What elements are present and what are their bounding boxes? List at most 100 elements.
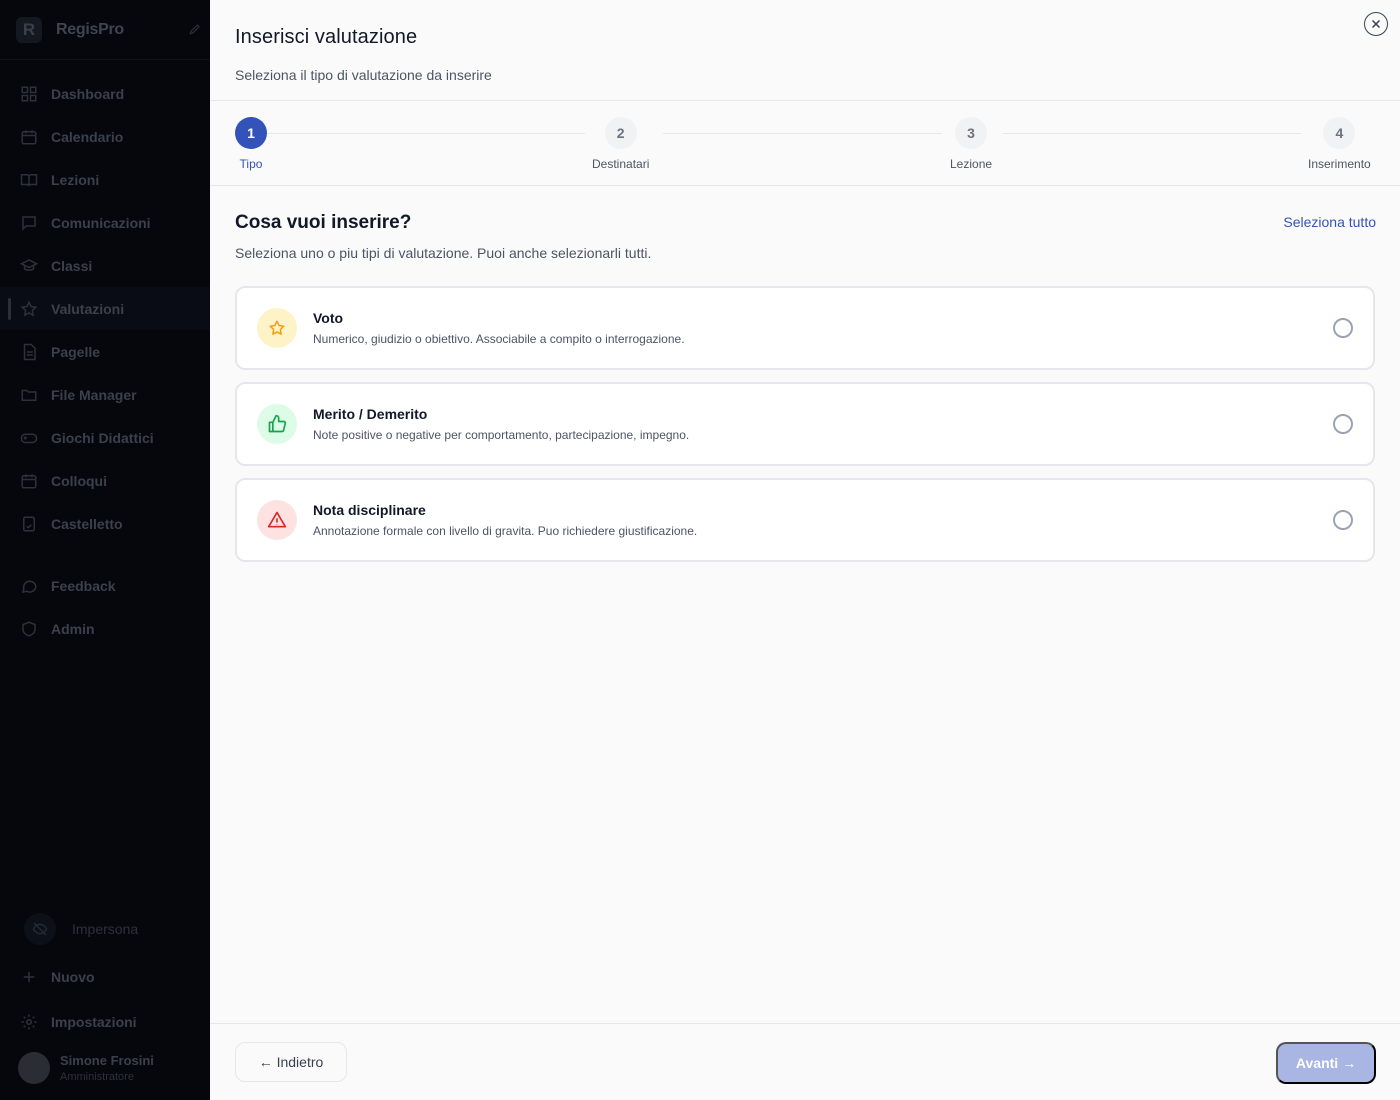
question-title: Cosa vuoi inserire? <box>235 212 412 233</box>
sidebar-item-pagelle[interactable]: Pagelle <box>0 330 210 373</box>
sidebar-item-file-manager[interactable]: File Manager <box>0 373 210 416</box>
sidebar-item-valutazioni[interactable]: Valutazioni <box>0 287 210 330</box>
sidebar-item-label: Giochi Didattici <box>51 429 154 446</box>
step-tipo[interactable]: 1 Tipo <box>235 117 267 171</box>
sidebar-nav: Dashboard Calendario Lezioni Comunicazio… <box>0 60 210 650</box>
option-merito-demerito[interactable]: Merito / Demerito Note positive o negati… <box>235 382 1375 466</box>
close-icon <box>1371 19 1381 29</box>
calendar-check-icon <box>21 473 37 488</box>
sidebar-item-label: Valutazioni <box>51 300 125 317</box>
step-label: Tipo <box>239 157 263 171</box>
impostazioni-label: Impostazioni <box>51 1013 137 1030</box>
sidebar-item-label: Colloqui <box>51 472 107 489</box>
nav-separator <box>0 545 210 564</box>
step-connector <box>663 133 942 134</box>
sidebar-item-admin[interactable]: Admin <box>0 607 210 650</box>
back-button[interactable]: ← Indietro <box>235 1042 347 1082</box>
sidebar-item-calendario[interactable]: Calendario <box>0 115 210 158</box>
brand: R RegisPro <box>0 0 210 60</box>
sidebar-item-castelletto[interactable]: Castelletto <box>0 502 210 545</box>
user-name: Simone Frosini <box>60 1053 154 1068</box>
eye-off-icon <box>24 913 56 945</box>
user-profile[interactable]: Simone Frosini Amministratore <box>0 1044 210 1092</box>
sidebar-bottom: Impersona Nuovo Impostazioni Simone Fros… <box>0 908 210 1100</box>
step-number: 1 <box>235 117 267 149</box>
message-icon <box>22 215 36 231</box>
brand-logo: R <box>16 16 42 43</box>
sidebar-item-feedback[interactable]: Feedback <box>0 564 210 607</box>
sidebar-item-label: File Manager <box>51 386 137 403</box>
sidebar-item-dashboard[interactable]: Dashboard <box>0 72 210 115</box>
step-number: 4 <box>1323 117 1356 149</box>
option-nota-disciplinare[interactable]: Nota disciplinare Annotazione formale co… <box>235 478 1375 562</box>
question-subtitle: Seleziona uno o piu tipi di valutazione.… <box>235 245 652 261</box>
sidebar: R RegisPro Dashboard Calendario Lezioni … <box>0 0 210 1100</box>
option-title: Nota disciplinare <box>313 502 426 518</box>
sidebar-item-label: Admin <box>51 620 95 637</box>
step-number: 3 <box>955 117 988 149</box>
step-connector <box>1003 133 1301 134</box>
sidebar-item-classi[interactable]: Classi <box>0 244 210 287</box>
step-label: Inserimento <box>1308 157 1371 171</box>
sidebar-item-label: Pagelle <box>51 343 101 360</box>
step-label: Destinatari <box>592 157 650 171</box>
step-number: 2 <box>604 117 637 149</box>
page-title: Inserisci valutazione <box>235 26 418 48</box>
user-role: Amministratore <box>60 1071 134 1083</box>
avatar <box>18 1052 50 1084</box>
sidebar-item-label: Classi <box>51 257 93 274</box>
impostazioni-button[interactable]: Impostazioni <box>0 999 210 1044</box>
option-description: Note positive o negative per comportamen… <box>313 428 690 442</box>
book-icon <box>20 173 38 186</box>
select-all-link[interactable]: Seleziona tutto <box>1283 214 1376 230</box>
plus-icon <box>23 971 35 982</box>
step-destinatari[interactable]: 2 Destinatari <box>592 117 649 171</box>
gamepad-icon <box>20 433 38 443</box>
step-label: Lezione <box>950 157 993 171</box>
page-subtitle: Seleziona il tipo di valutazione da inse… <box>235 67 492 83</box>
sidebar-item-label: Calendario <box>51 128 124 145</box>
panel-header: Inserisci valutazione Seleziona il tipo … <box>210 0 1400 101</box>
option-description: Numerico, giudizio o obiettivo. Associab… <box>313 332 685 346</box>
type-selection: Cosa vuoi inserire? Seleziona uno o piu … <box>210 186 1400 562</box>
option-title: Voto <box>313 310 344 326</box>
thumbs-up-icon <box>257 404 297 444</box>
option-title: Merito / Demerito <box>313 406 428 422</box>
sidebar-item-colloqui[interactable]: Colloqui <box>0 459 210 502</box>
document-icon <box>23 343 36 360</box>
evaluation-panel: Inserisci valutazione Seleziona il tipo … <box>210 0 1400 1100</box>
impersona-label: Impersona <box>72 921 139 937</box>
options-list: Voto Numerico, giudizio o obiettivo. Ass… <box>235 286 1375 562</box>
graduation-cap-icon <box>20 258 38 271</box>
impersona-button[interactable]: Impersona <box>0 908 210 950</box>
option-radio[interactable] <box>1333 318 1353 338</box>
option-radio[interactable] <box>1333 510 1353 530</box>
clipboard-icon <box>23 516 35 531</box>
warning-icon <box>257 500 297 540</box>
sidebar-item-comunicazioni[interactable]: Comunicazioni <box>0 201 210 244</box>
step-connector <box>267 133 585 134</box>
step-lezione[interactable]: 3 Lezione <box>950 117 992 171</box>
sidebar-item-label: Comunicazioni <box>51 214 151 231</box>
option-description: Annotazione formale con livello di gravi… <box>313 524 698 538</box>
step-inserimento[interactable]: 4 Inserimento <box>1308 117 1371 171</box>
sidebar-item-label: Lezioni <box>51 171 100 188</box>
panel-footer: ← Indietro Avanti → <box>210 1023 1400 1100</box>
option-radio[interactable] <box>1333 414 1353 434</box>
pencil-icon[interactable] <box>188 22 202 36</box>
shield-icon <box>22 620 36 637</box>
chat-icon <box>21 580 37 593</box>
star-icon <box>20 300 38 317</box>
close-button[interactable] <box>1364 12 1388 36</box>
option-voto[interactable]: Voto Numerico, giudizio o obiettivo. Ass… <box>235 286 1375 370</box>
sidebar-item-giochi-didattici[interactable]: Giochi Didattici <box>0 416 210 459</box>
nuovo-button[interactable]: Nuovo <box>0 954 210 999</box>
calendar-icon <box>21 129 37 144</box>
folder-icon <box>21 389 37 401</box>
grid-icon <box>21 86 37 101</box>
star-icon <box>257 308 297 348</box>
stepper: 1 Tipo 2 Destinatari 3 Lezione 4 Inserim… <box>210 101 1400 186</box>
gear-icon <box>21 1014 37 1029</box>
sidebar-item-lezioni[interactable]: Lezioni <box>0 158 210 201</box>
next-button[interactable]: Avanti → <box>1276 1042 1376 1084</box>
